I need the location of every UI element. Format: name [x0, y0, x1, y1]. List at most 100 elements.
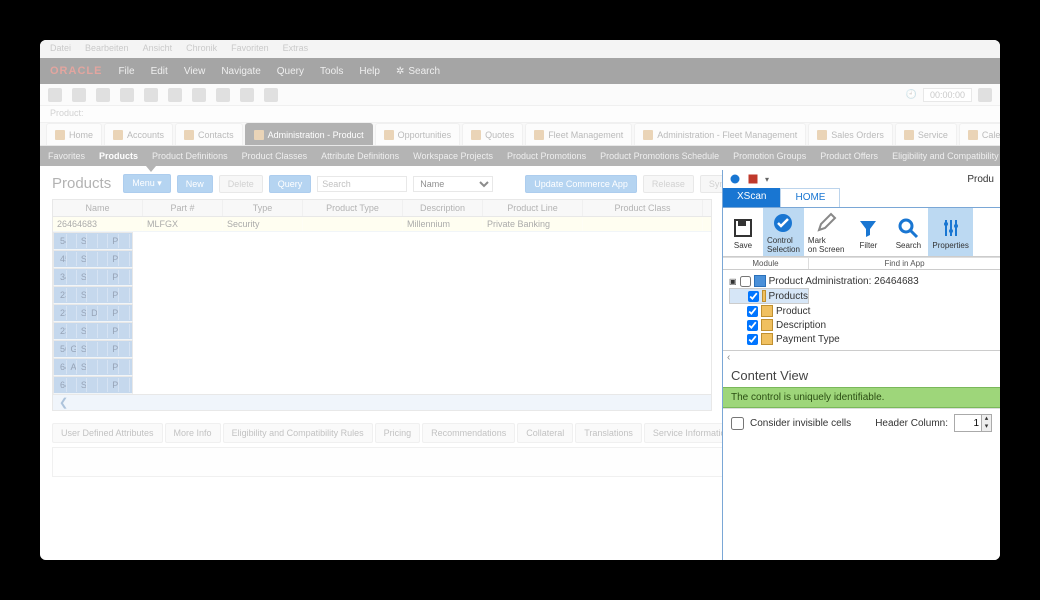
expand-icon[interactable]: ▣ — [729, 277, 737, 286]
menu-button[interactable]: Menu — [123, 174, 171, 193]
detail-tab[interactable]: More Info — [165, 423, 221, 443]
tree-node[interactable]: Product — [729, 304, 994, 318]
view-subtab[interactable]: Product Definitions — [152, 151, 228, 161]
detail-tab[interactable]: Collateral — [517, 423, 573, 443]
screen-tab[interactable]: Sales Orders — [808, 123, 893, 145]
tool-icon[interactable] — [48, 88, 62, 102]
view-subtab[interactable]: Eligibility and Compatibility Matrices — [892, 151, 1000, 161]
delete-button[interactable]: Delete — [219, 175, 263, 193]
os-menu-item[interactable]: Extras — [283, 43, 309, 55]
col-header[interactable]: Product Line — [483, 200, 583, 216]
os-menu-item[interactable]: Favoriten — [231, 43, 269, 55]
tab-xscan[interactable]: XScan — [723, 188, 780, 207]
dropdown-icon[interactable]: ▾ — [765, 175, 769, 184]
table-row[interactable]: 26464683MLFGXSecurityMillenniumPrivate B… — [53, 217, 711, 232]
col-header[interactable]: Name — [53, 200, 143, 216]
tree-checkbox[interactable] — [748, 291, 759, 302]
view-subtab[interactable]: Attribute Definitions — [321, 151, 399, 161]
detail-tab[interactable]: User Defined Attributes — [52, 423, 163, 443]
tree-node[interactable]: ▣Product Administration: 26464683 — [729, 274, 994, 288]
col-header[interactable]: Part # — [143, 200, 223, 216]
tool-icon[interactable] — [192, 88, 206, 102]
release-button[interactable]: Release — [643, 175, 694, 193]
view-subtab[interactable]: Product Classes — [242, 151, 308, 161]
header-column-input[interactable] — [955, 417, 981, 430]
menu-query[interactable]: Query — [277, 66, 304, 77]
table-row[interactable]: 230845820SecurityDSL RouterPrivate Banki… — [53, 304, 133, 322]
detail-tab[interactable]: Pricing — [375, 423, 421, 443]
tree-node[interactable]: Description — [729, 318, 994, 332]
query-button[interactable]: Query — [269, 175, 312, 193]
view-subtab[interactable]: Promotion Groups — [733, 151, 806, 161]
screen-tab[interactable]: Accounts — [104, 123, 173, 145]
col-header[interactable]: Type — [223, 200, 303, 216]
col-header[interactable]: Product Class — [583, 200, 703, 216]
spin-down[interactable]: ▾ — [981, 423, 991, 431]
tool-icon[interactable] — [168, 88, 182, 102]
menu-view[interactable]: View — [184, 66, 206, 77]
detail-tab[interactable]: Translations — [575, 423, 642, 443]
view-subtab[interactable]: Favorites — [48, 151, 85, 161]
spin-up[interactable]: ▴ — [981, 415, 991, 423]
tool-icon[interactable] — [240, 88, 254, 102]
ribbon-pencil[interactable]: Markon Screen — [804, 208, 848, 256]
menu-file[interactable]: File — [118, 66, 134, 77]
header-column-spinner[interactable]: ▴▾ — [954, 414, 992, 432]
screen-tab[interactable]: Quotes — [462, 123, 523, 145]
menu-navigate[interactable]: Navigate — [221, 66, 260, 77]
menu-edit[interactable]: Edit — [151, 66, 168, 77]
tab-home[interactable]: HOME — [780, 188, 840, 207]
detail-tab[interactable]: Eligibility and Compatibility Rules — [223, 423, 373, 443]
col-header[interactable]: Description — [403, 200, 483, 216]
ribbon-check[interactable]: ControlSelection — [763, 208, 804, 256]
new-button[interactable]: New — [177, 175, 213, 193]
menu-help[interactable]: Help — [359, 66, 380, 77]
os-menu-item[interactable]: Chronik — [186, 43, 217, 55]
ribbon-funnel[interactable]: Filter — [848, 208, 888, 256]
search-field-select[interactable]: Name — [413, 176, 493, 192]
ribbon-sliders[interactable]: Properties — [928, 208, 972, 256]
table-row[interactable]: 646546542SecurityPrivate Banking — [53, 376, 133, 394]
detail-tab[interactable]: Recommendations — [422, 423, 515, 443]
os-menu-item[interactable]: Datei — [50, 43, 71, 55]
menu-tools[interactable]: Tools — [320, 66, 343, 77]
view-subtab[interactable]: Product Offers — [820, 151, 878, 161]
tool-icon[interactable] — [120, 88, 134, 102]
table-row[interactable]: 456488777SecurityPrivate Banking — [53, 250, 133, 268]
os-menu-item[interactable]: Bearbeiten — [85, 43, 129, 55]
tree-checkbox[interactable] — [747, 334, 758, 345]
table-row[interactable]: 230845821SecurityPrivate Banking — [53, 322, 133, 340]
tool-icon[interactable] — [144, 88, 158, 102]
grid-scroll-left[interactable]: ❮ — [52, 395, 712, 411]
os-menu-item[interactable]: Ansicht — [143, 43, 173, 55]
tree-checkbox[interactable] — [747, 320, 758, 331]
screen-tab[interactable]: Home — [46, 123, 102, 145]
tree-node[interactable]: Products — [729, 288, 809, 304]
tool-icon[interactable] — [96, 88, 110, 102]
ribbon-search[interactable]: Search — [888, 208, 928, 256]
screen-tab[interactable]: Fleet Management — [525, 123, 632, 145]
tool-icon[interactable] — [72, 88, 86, 102]
tree-collapse[interactable]: ‹ — [723, 350, 1000, 364]
view-subtab[interactable]: Products — [99, 151, 138, 161]
table-row[interactable]: 230845829SecurityPrivate Banking — [53, 286, 133, 304]
tool-icon[interactable] — [216, 88, 230, 102]
screen-tab[interactable]: Administration - Product — [245, 123, 373, 145]
tool-icon[interactable] — [978, 88, 992, 102]
consider-invisible-checkbox[interactable] — [731, 417, 744, 430]
col-header[interactable]: Product Type — [303, 200, 403, 216]
table-row[interactable]: 564654654GLSecurityPrivate Banking — [53, 340, 133, 358]
search-input[interactable] — [317, 176, 407, 192]
tree-checkbox[interactable] — [740, 276, 751, 287]
tree-checkbox[interactable] — [747, 306, 758, 317]
view-subtab[interactable]: Product Promotions Schedule — [600, 151, 719, 161]
ribbon-save[interactable]: Save — [723, 208, 763, 256]
view-subtab[interactable]: Workspace Projects — [413, 151, 493, 161]
table-row[interactable]: 345377964SecurityPrivate Banking — [53, 268, 133, 286]
tool-icon[interactable] — [264, 88, 278, 102]
screen-tab[interactable]: Contacts — [175, 123, 243, 145]
screen-tab[interactable]: Calendar — [959, 123, 1000, 145]
screen-tab[interactable]: Administration - Fleet Management — [634, 123, 806, 145]
tree-node[interactable]: Payment Type — [729, 332, 994, 346]
update-commerce-button[interactable]: Update Commerce App — [525, 175, 637, 193]
